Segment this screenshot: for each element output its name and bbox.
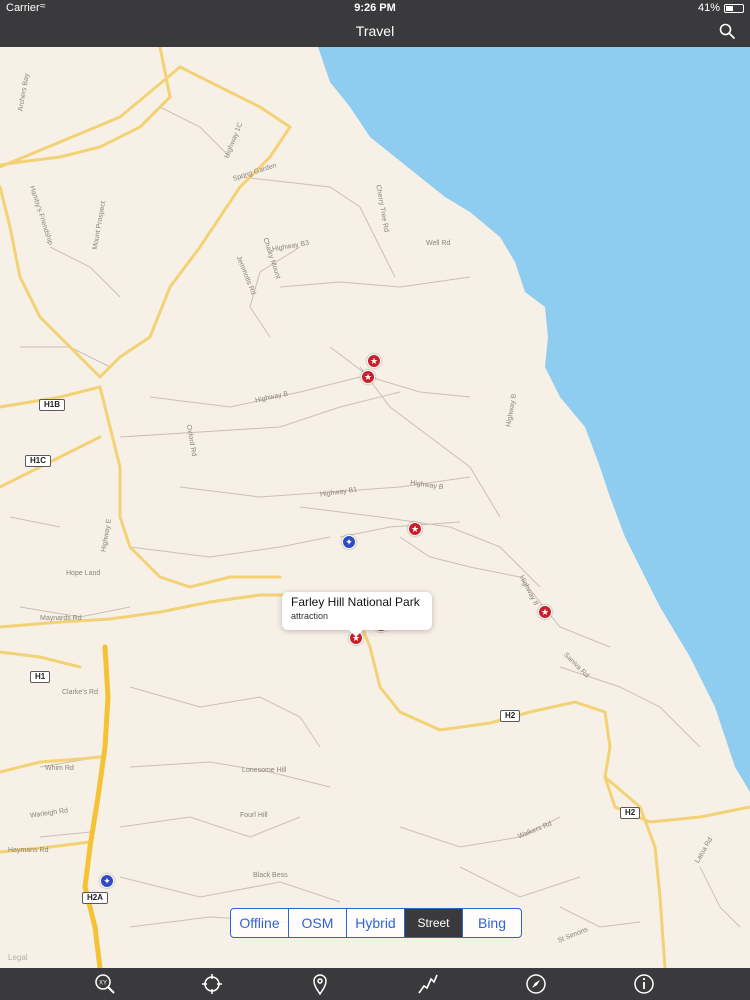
legal-link[interactable]: Legal <box>8 953 28 962</box>
highway-shield: H2 <box>500 710 521 722</box>
road-label: Black Bess <box>253 872 288 879</box>
callout-title: Farley Hill National Park <box>291 595 420 609</box>
road-label: Clarke's Rd <box>62 689 98 696</box>
star-icon: ★ <box>363 372 373 382</box>
restaurant-pin[interactable]: ✦ <box>100 874 114 888</box>
battery-icon <box>724 4 744 13</box>
status-bar: Carrier ≈ 9:26 PM 41% <box>0 0 750 16</box>
highway-shield: H1 <box>30 671 51 683</box>
highway-shield: H2A <box>82 892 109 904</box>
coordinate-search-icon[interactable]: XY <box>93 972 117 996</box>
navigation-bar: Travel <box>0 16 750 47</box>
map-type-selector: Offline OSM Hybrid Street Bing <box>230 908 522 938</box>
map-type-offline[interactable]: Offline <box>231 909 289 937</box>
star-icon: ★ <box>540 607 550 617</box>
location-pin-icon[interactable] <box>308 972 332 996</box>
svg-text:XY: XY <box>99 981 107 987</box>
star-icon: ★ <box>410 524 420 534</box>
page-title: Travel <box>355 23 395 39</box>
crosshair-icon[interactable] <box>200 972 224 996</box>
map-type-osm[interactable]: OSM <box>289 909 347 937</box>
road-label: Well Rd <box>426 240 451 247</box>
road-label: Fourl Hill <box>240 812 268 819</box>
fork-knife-icon: ✦ <box>345 537 353 547</box>
road-label: Whim Rd <box>45 765 74 772</box>
battery-percent: 41% <box>697 2 720 14</box>
road-label: Maynards Rd <box>40 615 82 622</box>
place-callout[interactable]: Farley Hill National Park attraction <box>282 592 432 637</box>
callout-subtitle: attraction <box>291 611 329 621</box>
star-icon: ★ <box>369 356 379 366</box>
map-type-hybrid[interactable]: Hybrid <box>347 909 405 937</box>
road-label: Haymans Rd <box>8 847 49 854</box>
attraction-pin[interactable]: ★ <box>538 605 552 619</box>
search-icon[interactable] <box>718 22 736 40</box>
road-label: Lonesome Hill <box>242 767 287 774</box>
highway-shield: H2 <box>620 807 641 819</box>
attraction-pin[interactable]: ★ <box>361 370 375 384</box>
road-label: Hope Land <box>66 570 101 577</box>
highway-shield: H1B <box>39 399 66 411</box>
map-type-street[interactable]: Street <box>405 909 463 937</box>
highway-shield: H1C <box>25 455 52 467</box>
clock: 9:26 PM <box>354 2 396 14</box>
compass-icon[interactable] <box>524 972 548 996</box>
route-icon[interactable] <box>416 972 440 996</box>
attraction-pin[interactable]: ★ <box>408 522 422 536</box>
map-type-bing[interactable]: Bing <box>463 909 521 937</box>
restaurant-pin[interactable]: ✦ <box>342 535 356 549</box>
attraction-pin[interactable]: ★ <box>367 354 381 368</box>
map-view[interactable]: Archers Bay Highway 1C Spring Garden Mou… <box>0 47 750 968</box>
fork-knife-icon: ✦ <box>103 876 111 886</box>
tab-bar: XY <box>0 968 750 1000</box>
info-icon[interactable] <box>632 972 656 996</box>
